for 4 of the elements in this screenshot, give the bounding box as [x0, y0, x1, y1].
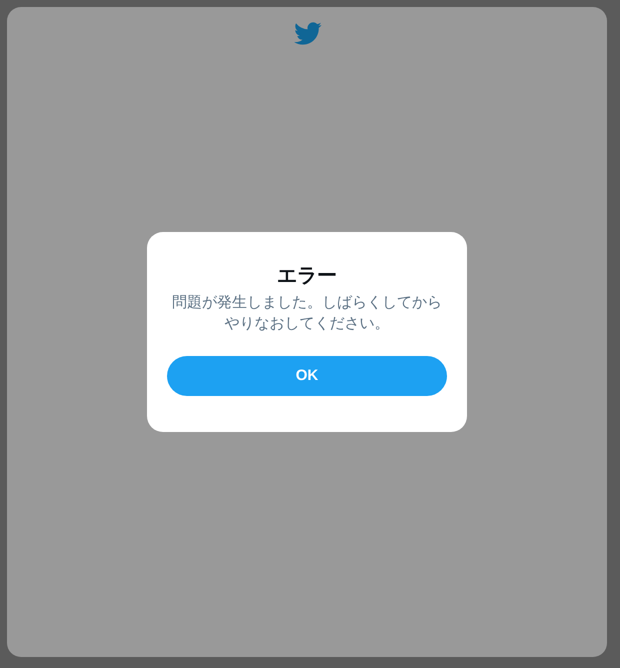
dialog-title: エラー	[277, 264, 337, 289]
error-message: 問題が発生しました。しばらくしてからやりなおしてください。	[171, 293, 443, 334]
ok-button[interactable]: OK	[167, 356, 447, 396]
bird-icon	[292, 21, 322, 46]
